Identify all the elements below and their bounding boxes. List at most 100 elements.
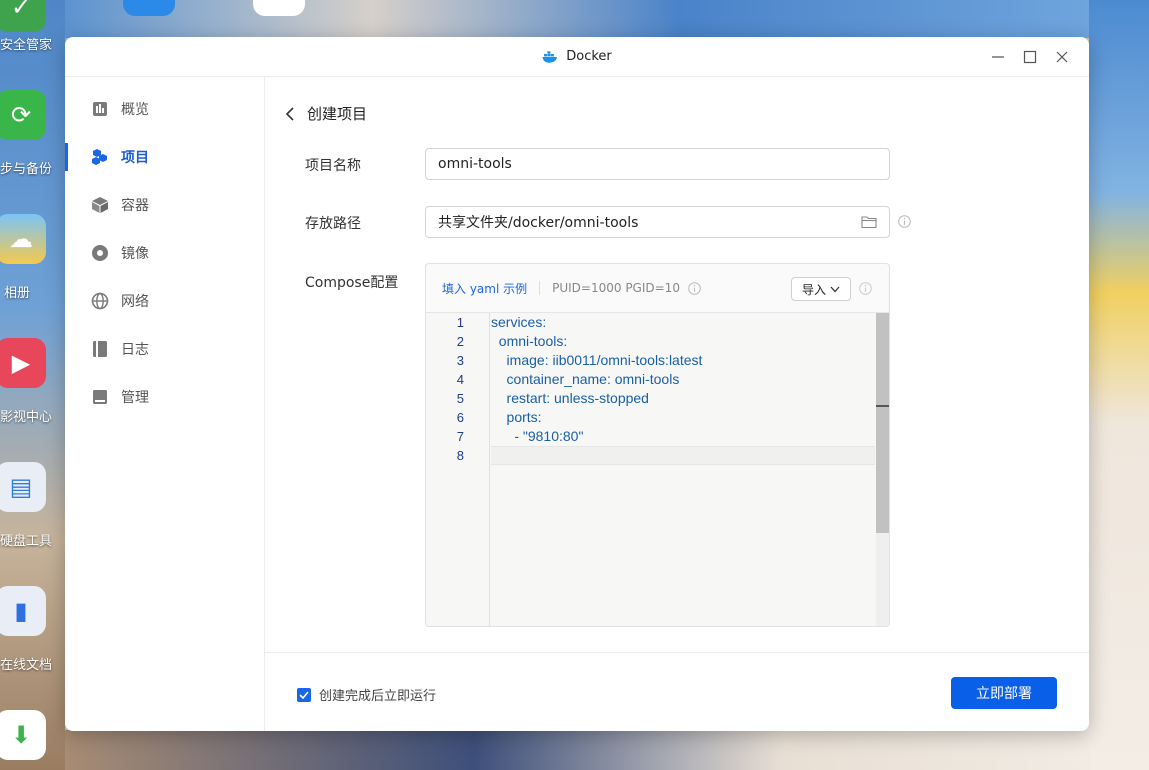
project-name-input[interactable] (438, 156, 877, 172)
storage-path-field[interactable]: 共享文件夹/docker/omni-tools (425, 206, 890, 238)
minimize-icon (992, 56, 1004, 58)
code-line: ports: (491, 409, 542, 425)
sidebar-item-label: 概览 (121, 102, 149, 118)
editor-scrollbar[interactable] (876, 313, 889, 626)
close-icon (1056, 51, 1068, 63)
sidebar-item-image[interactable]: 镜像 (65, 229, 264, 277)
desktop-icon-label: 在线文档 (0, 658, 53, 673)
image-icon (91, 244, 109, 262)
storage-path-label: 存放路径 (305, 216, 361, 232)
page-title: 创建项目 (307, 105, 368, 123)
code-line: image: iib0011/omni-tools:latest (491, 352, 703, 368)
sidebar-item-label: 镜像 (121, 246, 149, 262)
document-icon[interactable]: ▮ (0, 586, 46, 636)
desktop-icon-label: 安全管家 (0, 38, 53, 53)
download-icon[interactable]: ⬇ (0, 710, 46, 760)
import-label: 导入 (801, 282, 826, 297)
info-icon[interactable] (688, 281, 701, 295)
maximize-button[interactable] (1021, 48, 1039, 66)
project-icon (91, 148, 109, 166)
shield-icon[interactable]: ✓ (0, 0, 46, 32)
fill-yaml-example-link[interactable]: 填入 yaml 示例 (442, 280, 527, 297)
window-titlebar: Docker (65, 37, 1089, 77)
disk-icon[interactable]: ▤ (0, 462, 46, 512)
photo-icon[interactable]: ☁ (0, 214, 46, 264)
docker-window: Docker 概览 项目 容器 镜像 网络 日志 管理 创建项目 项目名称 om… (65, 37, 1089, 731)
import-dropdown-button[interactable]: 导入 (791, 277, 851, 301)
desktop-top-app-icon[interactable] (123, 0, 175, 16)
run-after-create-label[interactable]: 创建完成后立即运行 (319, 685, 436, 704)
overview-icon (91, 100, 109, 118)
maximize-icon (1023, 50, 1037, 64)
video-icon[interactable]: ▶ (0, 338, 46, 388)
desktop-top-app-icon[interactable] (253, 0, 305, 16)
sidebar-item-overview[interactable]: 概览 (65, 85, 264, 133)
line-number: 1 (456, 315, 464, 330)
folder-icon[interactable] (861, 214, 877, 230)
desktop-icon-label: 步与备份 (0, 162, 53, 177)
compose-editor-panel: 填入 yaml 示例 PUID=1000 PGID=10 导入 1 2 3 4 … (425, 263, 890, 627)
desktop-icon-label: 影视中心 (0, 410, 53, 425)
line-number: 7 (456, 429, 464, 444)
sidebar-item-label: 管理 (121, 390, 149, 406)
sidebar-item-label: 容器 (121, 198, 149, 214)
yaml-code-editor[interactable]: 1 2 3 4 5 6 7 8 services: omni-tools: im… (426, 313, 889, 626)
sidebar-item-manage[interactable]: 管理 (65, 373, 264, 421)
code-line: container_name: omni-tools (491, 371, 680, 387)
puid-pgid-text: PUID=1000 PGID=10 (552, 281, 680, 295)
docker-logo-icon (542, 50, 558, 63)
sidebar-item-log[interactable]: 日志 (65, 325, 264, 373)
log-icon (91, 340, 109, 358)
desktop-icon-label: 相册 (4, 286, 31, 301)
sidebar-item-network[interactable]: 网络 (65, 277, 264, 325)
code-line: services: (491, 314, 547, 330)
chevron-down-icon (830, 286, 840, 292)
scrollbar-thumb[interactable] (876, 313, 889, 533)
code-line: - "9810:80" (491, 428, 584, 444)
deploy-now-button[interactable]: 立即部署 (951, 677, 1057, 709)
sidebar-item-container[interactable]: 容器 (65, 181, 264, 229)
desktop-background-right (1089, 0, 1149, 770)
scrollbar-cursor-marker (876, 405, 889, 407)
compose-toolbar: 填入 yaml 示例 PUID=1000 PGID=10 导入 (426, 264, 889, 313)
sidebar-item-label: 网络 (121, 294, 149, 310)
chevron-left-icon (285, 106, 294, 121)
code-line: omni-tools: (491, 333, 568, 349)
compose-config-label: Compose配置 (305, 275, 399, 291)
close-button[interactable] (1053, 48, 1071, 66)
run-after-create-checkbox[interactable] (297, 687, 311, 702)
minimize-button[interactable] (989, 48, 1007, 66)
code-area[interactable]: services: omni-tools: image: iib0011/omn… (491, 313, 875, 626)
sidebar-item-label: 项目 (121, 150, 149, 166)
desktop-background-top (65, 0, 1089, 38)
project-name-label: 项目名称 (305, 158, 361, 174)
form-footer: 创建完成后立即运行 立即部署 (265, 652, 1089, 731)
line-number: 8 (456, 448, 464, 463)
manage-icon (91, 388, 109, 406)
sidebar-item-label: 日志 (121, 342, 149, 358)
sidebar: 概览 项目 容器 镜像 网络 日志 管理 (65, 77, 265, 731)
checkmark-icon (299, 690, 309, 699)
sidebar-item-project[interactable]: 项目 (65, 133, 264, 181)
back-button[interactable] (283, 106, 297, 121)
code-line: restart: unless-stopped (491, 390, 649, 406)
toolbar-divider (539, 281, 541, 295)
info-icon[interactable] (859, 282, 872, 295)
project-name-field[interactable] (425, 148, 890, 180)
storage-path-value: 共享文件夹/docker/omni-tools (438, 215, 639, 231)
line-number: 3 (456, 353, 464, 368)
line-number-gutter: 1 2 3 4 5 6 7 8 (426, 313, 490, 626)
line-number: 5 (456, 391, 464, 406)
window-title: Docker (566, 49, 612, 64)
desktop-background-bottom (65, 730, 1089, 770)
line-number: 2 (456, 334, 464, 349)
info-icon[interactable] (898, 215, 911, 228)
desktop-icon-label: 硬盘工具 (0, 534, 53, 549)
line-number: 6 (456, 410, 464, 425)
create-project-form: 创建项目 项目名称 存放路径 共享文件夹/docker/omni-tools C… (265, 77, 1089, 651)
current-code-line (491, 446, 875, 465)
line-number: 4 (456, 372, 464, 387)
network-icon (91, 292, 109, 310)
sync-icon[interactable]: ⟳ (0, 90, 46, 140)
container-icon (91, 196, 109, 214)
